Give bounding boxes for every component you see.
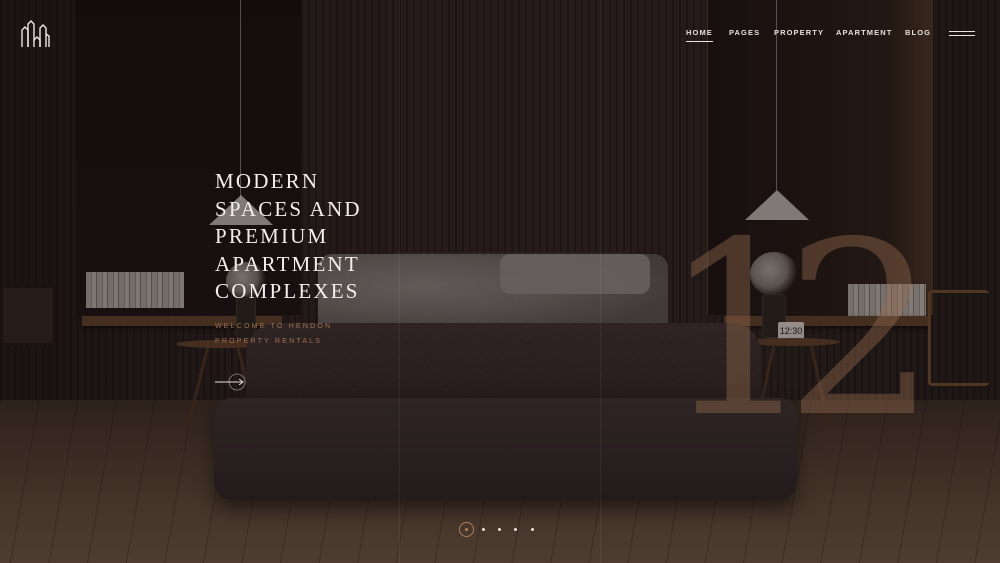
grid-line	[600, 0, 601, 563]
hamburger-menu-icon[interactable]	[949, 30, 975, 38]
hero-headline: MODERN SPACES AND PREMIUM APARTMENT COMP…	[215, 168, 455, 306]
subtitle-line: PROPERTY RENTALS	[215, 337, 323, 345]
slide-number: 12	[662, 190, 937, 470]
headline-line: MODERN	[215, 169, 320, 193]
headline-line: PREMIUM	[215, 224, 329, 248]
hero-slider: 12:30 12 HOME PAGES PROPERTY APARTMENT B…	[0, 0, 1000, 563]
building-logo-icon[interactable]	[20, 20, 50, 48]
headline-line: APARTMENT	[215, 251, 360, 276]
nav-property[interactable]: PROPERTY	[774, 28, 824, 41]
slider-pagination	[458, 522, 548, 538]
pagination-dot[interactable]	[498, 528, 501, 531]
hero-subtitle: WELCOME TO HENDON PROPERTY RENTALS	[215, 320, 332, 349]
nav-apartment[interactable]: APARTMENT	[836, 28, 892, 41]
pagination-dot-active[interactable]	[459, 522, 474, 537]
subtitle-line: WELCOME TO HENDON	[215, 323, 333, 330]
nav-pages[interactable]: PAGES	[729, 28, 760, 41]
arrow-right-icon[interactable]	[215, 372, 249, 392]
pagination-dot[interactable]	[482, 528, 485, 531]
pagination-dot[interactable]	[531, 528, 534, 531]
headline-line: SPACES AND	[215, 196, 362, 221]
headline-line: COMPLEXES	[215, 279, 360, 303]
nav-home[interactable]: HOME	[686, 28, 713, 42]
pagination-dot[interactable]	[514, 528, 517, 531]
nav-blog[interactable]: BLOG	[905, 28, 931, 41]
